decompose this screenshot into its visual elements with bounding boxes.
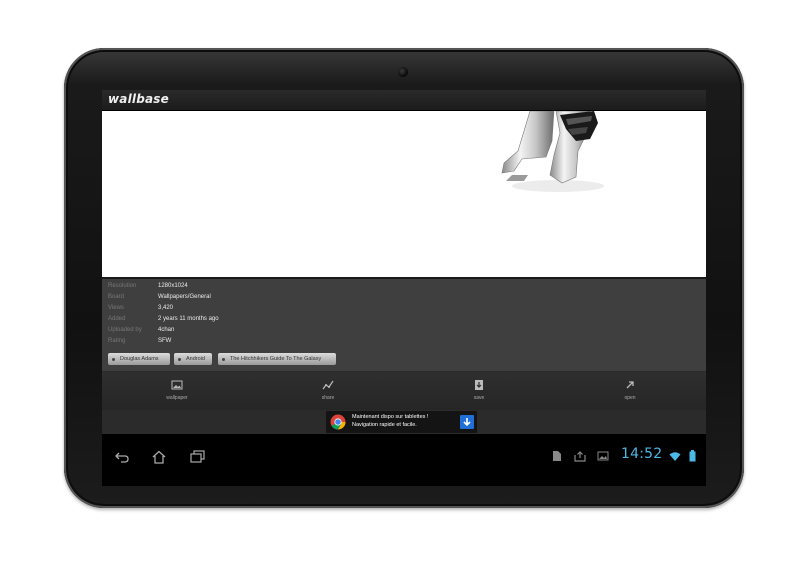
tag-hole-icon <box>178 357 181 361</box>
tablet-device: wallbase Resolution 1280x1024 Board Wall… <box>64 48 744 508</box>
info-label: Views <box>108 305 124 311</box>
share-icon <box>322 380 334 390</box>
info-value: 4chan <box>158 327 175 333</box>
share-button[interactable]: share <box>253 372 403 410</box>
tag-label: Douglas Adams <box>120 356 159 362</box>
document-icon <box>553 451 561 461</box>
info-label: Board <box>108 294 125 300</box>
tag-list: Douglas Adams Android The Hitchhikers Gu… <box>102 347 706 372</box>
screen: wallbase Resolution 1280x1024 Board Wall… <box>102 90 706 486</box>
info-value: 3,420 <box>158 305 174 311</box>
share-label: share <box>321 395 335 401</box>
app-title: wallbase <box>108 92 169 106</box>
wifi-icon <box>669 452 681 461</box>
save-button[interactable]: save <box>404 372 554 410</box>
status-clock: 14:52 <box>621 446 663 462</box>
chrome-logo-icon <box>330 414 346 430</box>
robot-legs-image <box>501 111 604 192</box>
info-value: 1280x1024 <box>158 283 188 289</box>
image-icon <box>171 380 183 390</box>
ad-download-button[interactable] <box>460 415 474 429</box>
wallpaper-button[interactable]: wallpaper <box>102 372 252 410</box>
tag-label: The Hitchhikers Guide To The Galaxy <box>230 356 322 362</box>
home-icon[interactable] <box>151 450 167 464</box>
ad-area: Maintenant dispo sur tablettes ! Navigat… <box>102 410 706 434</box>
battery-icon <box>689 450 696 462</box>
info-value: 2 years 11 months ago <box>158 316 219 322</box>
camera-lens <box>398 67 408 77</box>
tag-hole-icon <box>112 357 115 361</box>
open-button[interactable]: open <box>555 372 705 410</box>
tag-douglas-adams[interactable]: Douglas Adams <box>108 353 170 365</box>
upload-notification-icon <box>574 451 586 462</box>
ad-headline: Maintenant dispo sur tablettes ! <box>352 414 429 420</box>
wallpaper-preview[interactable] <box>102 111 706 279</box>
save-label: save <box>473 395 485 401</box>
info-value: SFW <box>158 338 172 344</box>
ad-subline: Navigation rapide et facile. <box>352 422 417 428</box>
tag-label: Android <box>186 356 205 362</box>
info-label: Uploaded by <box>108 327 142 333</box>
back-icon[interactable] <box>114 450 130 464</box>
title-bar: wallbase <box>102 90 706 111</box>
download-arrow-icon <box>463 418 471 427</box>
info-label: Added <box>108 316 126 322</box>
recent-apps-icon[interactable] <box>189 450 205 464</box>
action-bar: wallpaper share save open <box>102 372 706 410</box>
open-label: open <box>624 395 636 401</box>
tag-hole-icon <box>222 357 225 361</box>
info-label: Rating <box>108 338 126 344</box>
open-external-icon <box>626 381 634 389</box>
info-value: Wallpapers/General <box>158 294 211 300</box>
system-navigation-bar: 14:52 <box>102 434 706 486</box>
tag-hitchhikers-guide[interactable]: The Hitchhikers Guide To The Galaxy <box>218 353 336 365</box>
tag-android[interactable]: Android <box>174 353 212 365</box>
ad-banner[interactable]: Maintenant dispo sur tablettes ! Navigat… <box>326 411 477 433</box>
info-label: Resolution <box>108 283 137 289</box>
wallpaper-info-panel: Resolution 1280x1024 Board Wallpapers/Ge… <box>102 279 706 347</box>
download-icon <box>475 380 483 390</box>
image-notification-icon <box>597 451 609 461</box>
wallpaper-label: wallpaper <box>166 395 188 401</box>
